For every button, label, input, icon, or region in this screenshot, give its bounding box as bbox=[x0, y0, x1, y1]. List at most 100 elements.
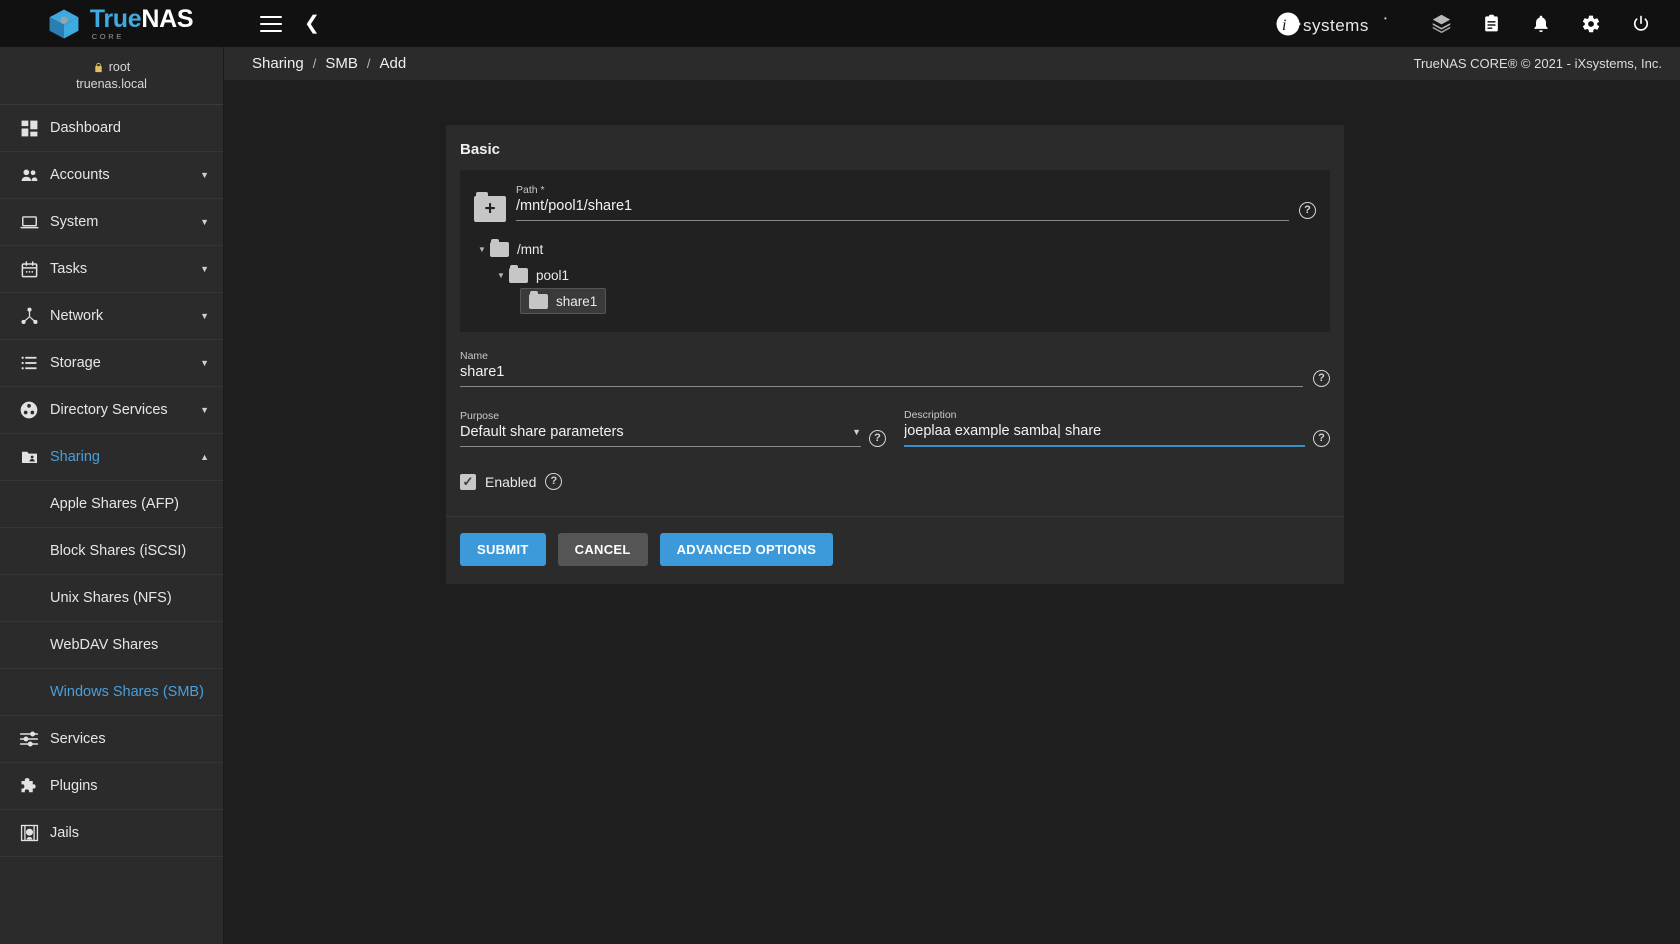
sidebar-label: Storage bbox=[50, 355, 101, 371]
tree-node-label: share1 bbox=[556, 293, 598, 309]
hamburger-menu-icon[interactable] bbox=[260, 15, 282, 32]
path-picker-block: + Path * /mnt/pool1/share1 ? ▼ /mnt ▼ po… bbox=[460, 170, 1330, 332]
sidebar: root truenas.local Dashboard Accounts ▼ … bbox=[0, 47, 224, 944]
sidebar-item-sharing[interactable]: Sharing ▲ bbox=[0, 434, 223, 481]
submit-button[interactable]: SUBMIT bbox=[460, 533, 546, 566]
sidebar-label: Block Shares (iSCSI) bbox=[50, 543, 187, 559]
chevron-up-icon: ▲ bbox=[200, 452, 209, 462]
sidebar-item-accounts[interactable]: Accounts ▼ bbox=[0, 152, 223, 199]
name-field[interactable]: Name share1 bbox=[460, 350, 1303, 387]
chevron-down-icon: ▼ bbox=[200, 358, 209, 368]
sidebar-item-webdav-shares[interactable]: WebDAV Shares bbox=[0, 622, 223, 669]
form-scroll-area: Basic + Path * /mnt/pool1/share1 ? ▼ /mn… bbox=[224, 81, 1680, 944]
user-name: root bbox=[108, 60, 131, 74]
chevron-left-icon[interactable]: ❮ bbox=[304, 14, 320, 33]
path-input[interactable]: /mnt/pool1/share1 bbox=[516, 198, 1289, 221]
add-folder-icon[interactable]: + bbox=[474, 192, 506, 222]
chevron-down-icon: ▼ bbox=[200, 405, 209, 415]
cancel-button[interactable]: CANCEL bbox=[557, 533, 648, 566]
path-label: Path * bbox=[516, 184, 545, 196]
purpose-select[interactable]: Default share parameters ▼ bbox=[460, 424, 861, 447]
breadcrumb-bar: Sharing / SMB / Add TrueNAS CORE® © 2021… bbox=[224, 47, 1680, 81]
svg-text:systems: systems bbox=[1303, 16, 1369, 35]
sidebar-item-jails[interactable]: Jails bbox=[0, 810, 223, 857]
description-input[interactable]: joeplaa example samba| share bbox=[904, 423, 1305, 447]
chevron-down-icon[interactable]: ▼ bbox=[844, 427, 861, 437]
user-info: root truenas.local bbox=[0, 47, 223, 105]
tree-node-pool1[interactable]: ▼ pool1 bbox=[474, 262, 1316, 288]
sidebar-item-windows-shares[interactable]: Windows Shares (SMB) bbox=[0, 669, 223, 716]
clipboard-icon[interactable] bbox=[1466, 0, 1516, 47]
advanced-options-button[interactable]: ADVANCED OPTIONS bbox=[659, 533, 834, 566]
breadcrumb-item-smb[interactable]: SMB bbox=[325, 55, 358, 72]
folder-icon bbox=[529, 290, 548, 309]
copyright-text: TrueNAS CORE® © 2021 - iXsystems, Inc. bbox=[1413, 56, 1662, 71]
form-actions: SUBMIT CANCEL ADVANCED OPTIONS bbox=[446, 516, 1344, 584]
help-icon[interactable]: ? bbox=[1313, 430, 1330, 447]
calendar-icon bbox=[12, 260, 46, 279]
gear-icon[interactable] bbox=[1566, 0, 1616, 47]
dashboard-grid-icon bbox=[12, 119, 46, 138]
description-field[interactable]: Description joeplaa example samba| share bbox=[904, 409, 1305, 447]
sidebar-item-dashboard[interactable]: Dashboard bbox=[0, 105, 223, 152]
folder-icon bbox=[490, 238, 509, 257]
app-logo[interactable]: TrueNAS CORE bbox=[0, 0, 240, 47]
name-input[interactable]: share1 bbox=[460, 364, 1303, 387]
help-icon[interactable]: ? bbox=[1299, 202, 1316, 219]
chevron-down-icon[interactable]: ▼ bbox=[474, 245, 490, 254]
tree-node-label: /mnt bbox=[517, 241, 544, 257]
help-icon[interactable]: ? bbox=[869, 430, 886, 447]
purpose-field[interactable]: Purpose Default share parameters ▼ bbox=[460, 410, 861, 447]
users-icon bbox=[12, 166, 46, 185]
share-folder-icon bbox=[12, 448, 46, 466]
bell-icon[interactable] bbox=[1516, 0, 1566, 47]
enabled-checkbox[interactable]: ✓ bbox=[460, 473, 476, 490]
sidebar-label: Unix Shares (NFS) bbox=[50, 590, 172, 606]
breadcrumb-item-add[interactable]: Add bbox=[379, 55, 406, 72]
storage-list-icon bbox=[12, 354, 46, 372]
path-field[interactable]: Path * /mnt/pool1/share1 bbox=[516, 184, 1289, 221]
plus-glyph: + bbox=[484, 198, 496, 220]
description-col: Description joeplaa example samba| share… bbox=[904, 409, 1330, 447]
sidebar-label: Windows Shares (SMB) bbox=[50, 684, 204, 700]
sidebar-item-storage[interactable]: Storage ▼ bbox=[0, 340, 223, 387]
network-icon bbox=[12, 306, 46, 326]
purpose-value: Default share parameters bbox=[460, 424, 624, 440]
description-label: Description bbox=[904, 409, 957, 421]
chevron-down-icon: ▼ bbox=[200, 311, 209, 321]
chevron-down-icon[interactable]: ▼ bbox=[493, 271, 509, 280]
brand-edition: CORE bbox=[91, 31, 124, 41]
sliders-icon bbox=[12, 729, 46, 749]
truenas-cube-icon bbox=[49, 9, 79, 38]
smb-share-form-card: Basic + Path * /mnt/pool1/share1 ? ▼ /mn… bbox=[446, 125, 1344, 584]
tree-node-mnt[interactable]: ▼ /mnt bbox=[474, 236, 1316, 262]
sidebar-item-system[interactable]: System ▼ bbox=[0, 199, 223, 246]
laptop-icon bbox=[12, 213, 46, 232]
enabled-row: ✓ Enabled ? bbox=[460, 473, 1330, 516]
chevron-down-icon: ▼ bbox=[200, 264, 209, 274]
purpose-col: Purpose Default share parameters ▼ ? bbox=[460, 409, 886, 447]
tree-node-label: pool1 bbox=[536, 267, 570, 283]
help-icon[interactable]: ? bbox=[545, 473, 563, 490]
sidebar-item-directory-services[interactable]: Directory Services ▼ bbox=[0, 387, 223, 434]
sidebar-label: Sharing bbox=[50, 449, 100, 465]
cube-stack-icon[interactable] bbox=[1416, 0, 1466, 47]
sidebar-item-network[interactable]: Network ▼ bbox=[0, 293, 223, 340]
help-icon[interactable]: ? bbox=[1313, 370, 1330, 387]
tree-node-share1[interactable]: share1 bbox=[520, 288, 607, 314]
sidebar-item-plugins[interactable]: Plugins bbox=[0, 763, 223, 810]
breadcrumb-item-sharing[interactable]: Sharing bbox=[252, 55, 304, 72]
sidebar-label: Dashboard bbox=[50, 120, 121, 136]
top-bar: TrueNAS CORE ❮ i systems • bbox=[0, 0, 1680, 47]
sidebar-item-apple-shares[interactable]: Apple Shares (AFP) bbox=[0, 481, 223, 528]
sidebar-item-block-shares[interactable]: Block Shares (iSCSI) bbox=[0, 528, 223, 575]
sidebar-label: WebDAV Shares bbox=[50, 637, 159, 653]
sidebar-item-tasks[interactable]: Tasks ▼ bbox=[0, 246, 223, 293]
directory-tree: ▼ /mnt ▼ pool1 share1 bbox=[474, 236, 1316, 314]
purpose-label: Purpose bbox=[460, 410, 500, 422]
sidebar-item-services[interactable]: Services bbox=[0, 716, 223, 763]
svg-text:i: i bbox=[1282, 17, 1286, 34]
sidebar-label: Apple Shares (AFP) bbox=[50, 496, 179, 512]
sidebar-item-unix-shares[interactable]: Unix Shares (NFS) bbox=[0, 575, 223, 622]
power-icon[interactable] bbox=[1616, 0, 1666, 47]
